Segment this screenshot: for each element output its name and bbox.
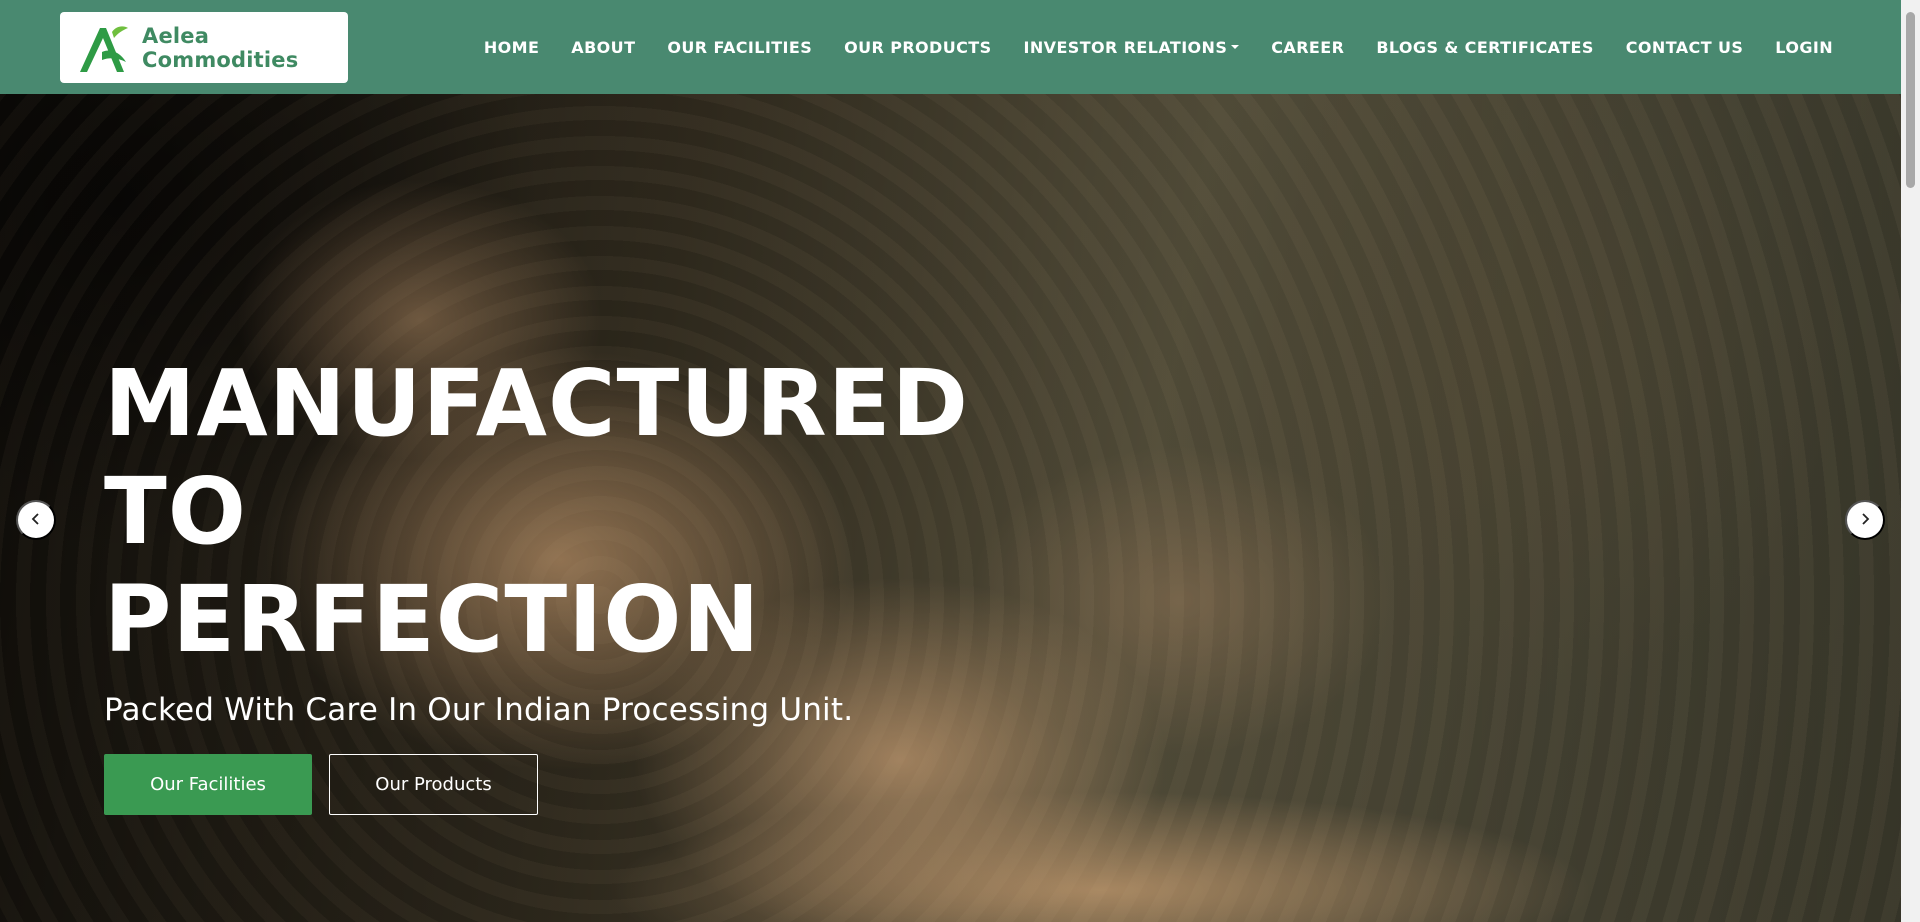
hero-title-line-1: MANUFACTURED TO bbox=[104, 350, 969, 565]
hero-title: MANUFACTURED TO PERFECTION bbox=[104, 350, 1104, 674]
main-navigation: HOME ABOUT OUR FACILITIES OUR PRODUCTS I… bbox=[484, 0, 1833, 94]
chevron-left-icon bbox=[29, 512, 43, 529]
brand-logo[interactable]: Aelea Commodities bbox=[60, 12, 348, 83]
aelea-logo-icon bbox=[76, 22, 134, 74]
hero-subtitle: Packed With Care In Our Indian Processin… bbox=[104, 692, 854, 728]
nav-home[interactable]: HOME bbox=[484, 38, 539, 57]
scrollbar-thumb[interactable] bbox=[1906, 12, 1915, 188]
caret-down-icon bbox=[1231, 45, 1240, 49]
our-products-button[interactable]: Our Products bbox=[329, 754, 538, 815]
nav-career[interactable]: CAREER bbox=[1271, 38, 1344, 57]
carousel-next-button[interactable] bbox=[1845, 500, 1885, 540]
nav-login[interactable]: LOGIN bbox=[1775, 38, 1833, 57]
page: Aelea Commodities HOME ABOUT OUR FACILIT… bbox=[0, 0, 1920, 922]
nav-blogs-certificates[interactable]: BLOGS & CERTIFICATES bbox=[1376, 38, 1593, 57]
hero-content: MANUFACTURED TO PERFECTION Packed With C… bbox=[104, 350, 1104, 815]
navbar: Aelea Commodities HOME ABOUT OUR FACILIT… bbox=[0, 0, 1901, 94]
nav-our-facilities[interactable]: OUR FACILITIES bbox=[667, 38, 812, 57]
nav-about[interactable]: ABOUT bbox=[571, 38, 635, 57]
nav-investor-relations-label: INVESTOR RELATIONS bbox=[1023, 37, 1228, 57]
nav-our-products[interactable]: OUR PRODUCTS bbox=[844, 38, 991, 57]
page-scrollbar[interactable] bbox=[1901, 0, 1920, 922]
nav-contact-us[interactable]: CONTACT US bbox=[1626, 38, 1744, 57]
hero-title-line-2: PERFECTION bbox=[104, 566, 761, 673]
carousel-prev-button[interactable] bbox=[16, 500, 56, 540]
chevron-right-icon bbox=[1858, 512, 1872, 529]
our-facilities-button[interactable]: Our Facilities bbox=[104, 754, 312, 815]
nav-investor-relations[interactable]: INVESTOR RELATIONS bbox=[1024, 38, 1240, 57]
hero-buttons: Our Facilities Our Products bbox=[104, 754, 1104, 815]
brand-name: Aelea Commodities bbox=[142, 23, 299, 72]
